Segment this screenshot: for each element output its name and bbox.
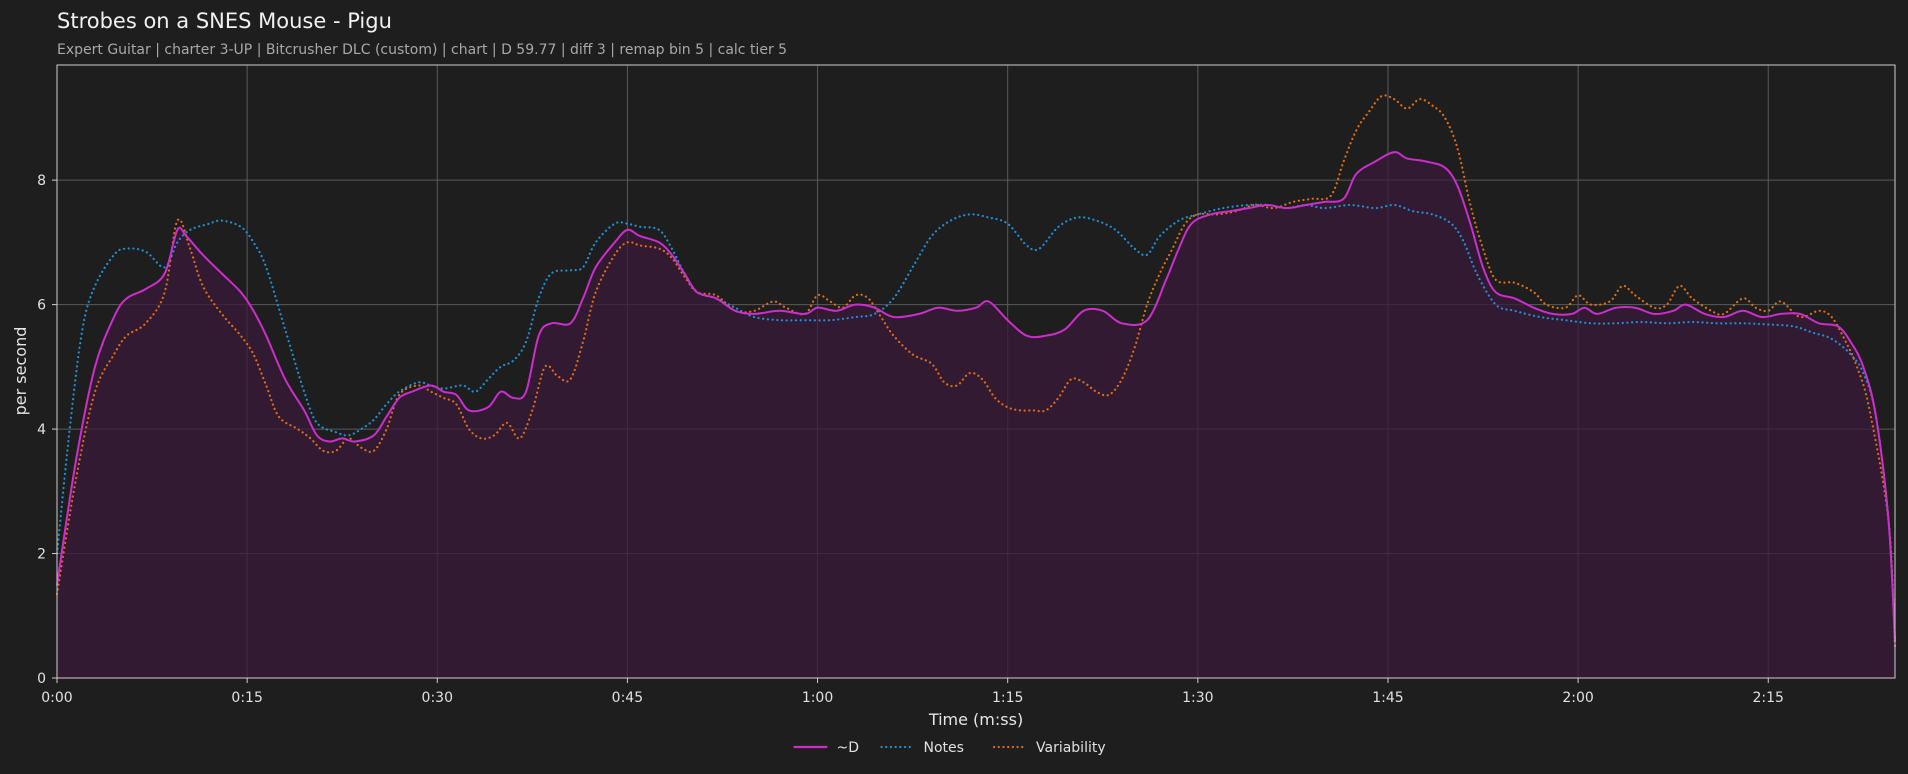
y-tick-label: 6 [37, 298, 46, 314]
series-layer [55, 94, 1897, 678]
x-tick-label: 0:15 [231, 690, 262, 706]
legend-label: Variability [1036, 740, 1106, 756]
legend: ~D Notes Variability [793, 740, 1106, 756]
y-axis-label: per second [11, 327, 30, 416]
x-tick-label: 2:15 [1753, 690, 1784, 706]
x-tick-label: 1:00 [802, 690, 833, 706]
x-tick-label: 2:00 [1562, 690, 1593, 706]
legend-label: ~D [837, 740, 860, 756]
x-axis-label: Time (m:ss) [928, 710, 1023, 729]
x-tick-label: 0:30 [422, 690, 453, 706]
y-axis: 0 2 4 6 8 [37, 173, 57, 687]
y-tick-label: 2 [37, 547, 46, 563]
y-tick-label: 8 [37, 173, 46, 189]
legend-label: Notes [924, 740, 964, 756]
legend-item: ~D [793, 740, 860, 756]
series-area-~D [57, 152, 1895, 678]
x-tick-label: 1:30 [1182, 690, 1213, 706]
x-tick-label: 0:45 [612, 690, 643, 706]
legend-item: Notes [880, 740, 964, 756]
legend-item: Variability [992, 740, 1106, 756]
x-tick-label: 1:45 [1372, 690, 1403, 706]
chart: Strobes on a SNES Mouse - Pigu Expert Gu… [11, 9, 1897, 756]
x-axis: 0:00 0:15 0:30 0:45 1:00 1:15 1:30 1:45 2:00 2:15 [41, 678, 1784, 706]
y-tick-label: 0 [37, 671, 46, 687]
chart-title: Strobes on a SNES Mouse - Pigu [57, 9, 392, 33]
x-tick-label: 0:00 [41, 690, 72, 706]
x-tick-label: 1:15 [992, 690, 1023, 706]
y-tick-label: 4 [37, 422, 46, 438]
chart-subtitle: Expert Guitar | charter 3-UP | Bitcrushe… [57, 42, 787, 58]
